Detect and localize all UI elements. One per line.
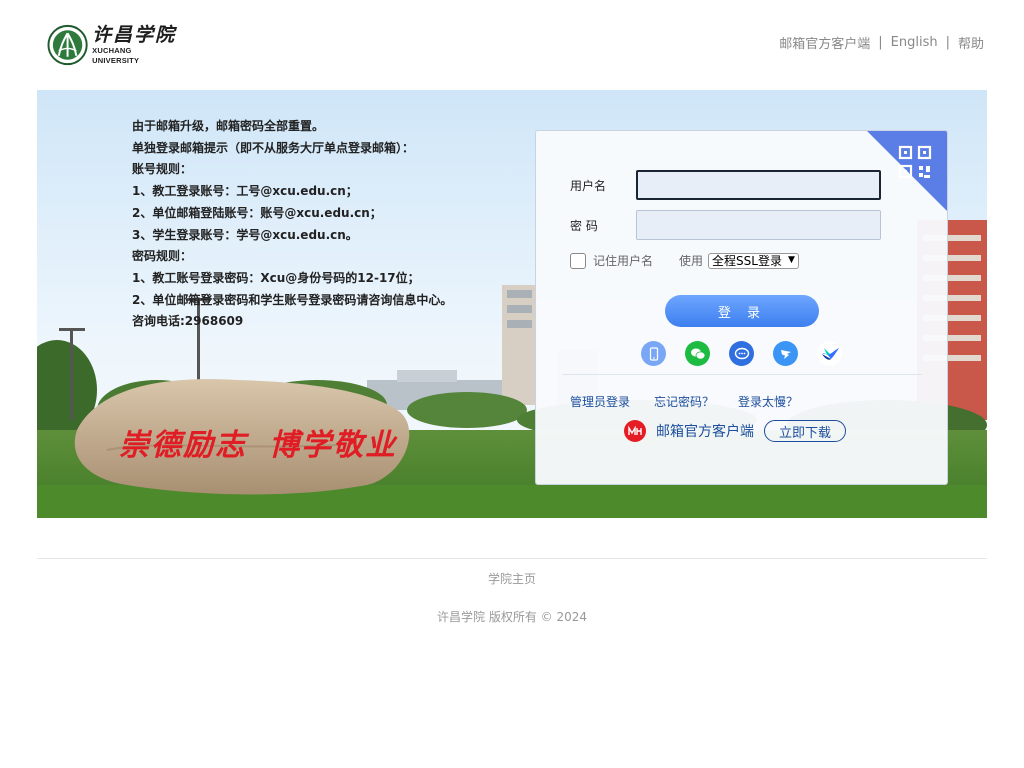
college-homepage-link[interactable]: 学院主页 — [488, 572, 536, 586]
remember-username-label[interactable]: 记住用户名 — [593, 252, 653, 269]
notice-line: 2、单位邮箱登陆账号：账号@xcu.edu.cn； — [132, 205, 382, 220]
copyright-text: 许昌学院 版权所有 © 2024 — [437, 610, 587, 624]
dingtalk-icon[interactable] — [773, 341, 798, 366]
admin-login-link[interactable]: 管理员登录 — [570, 393, 630, 410]
notice-line: 咨询电话:2968609 — [132, 314, 244, 329]
logo-chinese-name: 许昌学院 — [92, 24, 177, 46]
notice-line: 由于邮箱升级，邮箱密码全部重置。 — [132, 119, 325, 133]
notice-text: 由于邮箱升级，邮箱密码全部重置。 单独登录邮箱提示（即不从服务大厅单点登录邮箱）… — [132, 116, 452, 333]
client-download-row: 邮箱官方客户端 立即下载 — [624, 420, 846, 442]
notice-line: 密码规则： — [132, 249, 193, 264]
logo-text: 许昌学院 XUCHANG UNIVERSITY — [92, 24, 179, 66]
top-links: 邮箱官方客户端 | English | 帮助 — [779, 33, 984, 52]
chevron-down-icon: ▼ — [788, 254, 795, 265]
username-input[interactable] — [636, 170, 881, 200]
forgot-password-link[interactable]: 忘记密码？ — [654, 393, 714, 410]
password-label: 密 码 — [570, 219, 598, 233]
third-party-login-icons — [641, 341, 861, 366]
stone-motto: 崇德励志 博学敬业 — [119, 420, 397, 464]
notice-line: 3、学生登录账号：学号@xcu.edu.cn。 — [132, 227, 358, 242]
separator: | — [878, 35, 883, 50]
login-button[interactable]: 登 录 — [665, 295, 819, 327]
footer-links: 学院主页 — [0, 570, 1024, 587]
login-panel: 用户名 密 码 记住用户名 使用 全程SSL登录 ▼ 登 录 管理员登录 忘记密… — [535, 130, 948, 485]
notice-line: 账号规则： — [132, 162, 193, 177]
official-client-link[interactable]: 邮箱官方客户端 — [779, 33, 870, 52]
slow-login-link[interactable]: 登录太慢？ — [738, 393, 798, 410]
footer-divider — [37, 558, 987, 559]
remember-username-checkbox[interactable] — [570, 252, 586, 269]
university-logo[interactable]: 许昌学院 XUCHANG UNIVERSITY — [47, 23, 179, 67]
notice-line: 2、单位邮箱登录密码和学生账号登录密码请咨询信息中心。 — [132, 292, 453, 307]
help-links: 管理员登录 忘记密码？ 登录太慢？ — [570, 393, 798, 410]
english-link[interactable]: English — [891, 35, 938, 50]
chat-bubble-icon[interactable] — [729, 341, 754, 366]
separator: | — [945, 35, 950, 50]
mail-client-logo-icon — [624, 420, 646, 442]
feishu-icon[interactable] — [817, 341, 842, 366]
notice-line: 单独登录邮箱提示（即不从服务大厅单点登录邮箱）： — [132, 140, 415, 155]
use-label: 使用 — [679, 254, 704, 268]
header: 许昌学院 XUCHANG UNIVERSITY 邮箱官方客户端 | Englis… — [0, 0, 1024, 90]
stone-motto-part: 崇德励志 — [119, 428, 247, 463]
university-emblem-icon — [47, 24, 88, 66]
client-name[interactable]: 邮箱官方客户端 — [656, 421, 754, 441]
notice-line: 1、教工登录账号：工号@xcu.edu.cn； — [132, 184, 358, 199]
ssl-mode-select[interactable]: 全程SSL登录 ▼ — [708, 252, 799, 269]
ssl-mode-value: 全程SSL登录 — [712, 254, 782, 268]
password-input[interactable] — [636, 210, 881, 240]
stone-motto-part: 博学敬业 — [269, 428, 397, 463]
wechat-icon[interactable] — [685, 341, 710, 366]
mobile-icon[interactable] — [641, 341, 666, 366]
logo-english-name: XUCHANG UNIVERSITY — [92, 46, 140, 65]
divider — [562, 374, 922, 375]
username-label: 用户名 — [570, 179, 607, 193]
notice-line: 1、教工账号登录密码：Xcu@身份号码的12-17位； — [132, 270, 420, 285]
remember-row: 记住用户名 使用 全程SSL登录 ▼ — [570, 252, 799, 269]
download-button[interactable]: 立即下载 — [764, 420, 846, 442]
help-link[interactable]: 帮助 — [958, 33, 984, 52]
